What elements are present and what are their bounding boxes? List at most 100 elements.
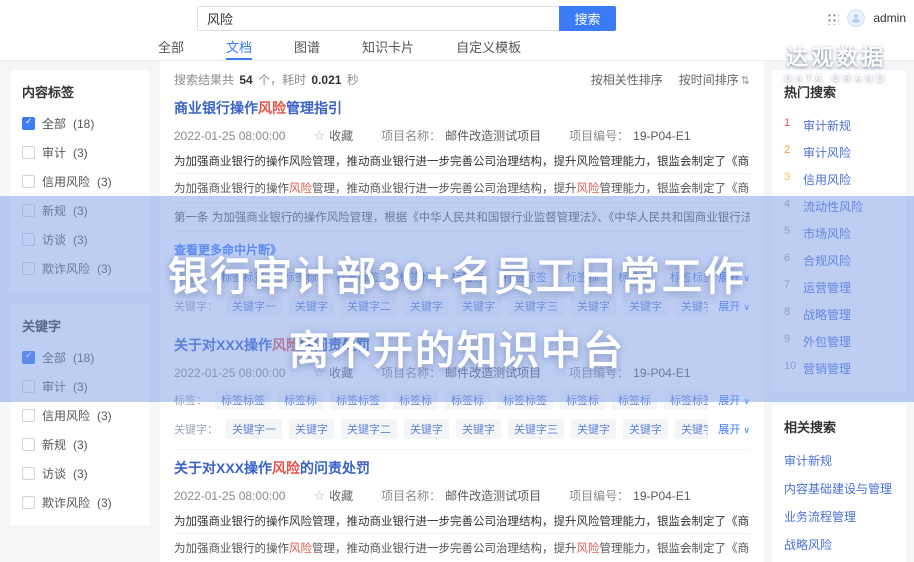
result-title-link[interactable]: 关于对XXX操作风险的问责处罚 [174, 335, 750, 355]
related-search-item[interactable]: 业务流程管理 [784, 508, 894, 525]
hot-search-item[interactable]: 1审计新规 [784, 117, 894, 134]
checkbox[interactable] [22, 117, 35, 130]
filter-item[interactable]: 访谈 (3) [22, 465, 138, 482]
hot-search-item[interactable]: 7运营管理 [784, 279, 894, 296]
expand-button[interactable]: 展开 ∨ [718, 298, 750, 314]
more-snippets-link[interactable]: 查看更多命中片断》 [174, 241, 750, 258]
tag-chip[interactable]: 标签标 [393, 267, 438, 287]
filter-item[interactable]: 访谈 (3) [22, 231, 138, 248]
tab-all[interactable]: 全部 [158, 36, 184, 60]
keyword-chip[interactable]: 关键字二 [341, 296, 397, 316]
tag-chip[interactable]: 标签标 [278, 267, 323, 287]
hot-search-item[interactable]: 9外包管理 [784, 333, 894, 350]
hot-search-item[interactable]: 4流动性风险 [784, 198, 894, 215]
search-button[interactable]: 搜索 [559, 6, 616, 31]
keyword-chip[interactable]: 关键字三 [508, 296, 564, 316]
filter-item[interactable]: 审计 (3) [22, 144, 138, 161]
result-title-link[interactable]: 关于对XXX操作风险的问责处罚 [174, 458, 750, 478]
related-search-item[interactable]: 内容基础建设与管理 [784, 480, 894, 497]
keyword-chip[interactable]: 关键字 [623, 296, 668, 316]
favorite-label: 收藏 [329, 487, 353, 504]
keyword-chip[interactable]: 关键字 [404, 296, 449, 316]
checkbox[interactable] [22, 146, 35, 159]
filter-item[interactable]: 新规 (3) [22, 436, 138, 453]
hot-search-item[interactable]: 3信用风险 [784, 171, 894, 188]
checkbox[interactable] [22, 204, 35, 217]
keyword-chip[interactable]: 关键字三 [675, 419, 708, 439]
tag-chip[interactable]: 标签标 [612, 267, 657, 287]
checkbox[interactable] [22, 496, 35, 509]
avatar[interactable] [847, 9, 865, 27]
checkbox[interactable] [22, 233, 35, 246]
tag-chip[interactable]: 标签标签 [664, 390, 708, 410]
tag-chip[interactable]: 标签标签 [215, 390, 271, 410]
keyword-chip[interactable]: 关键字三 [508, 419, 564, 439]
checkbox[interactable] [22, 175, 35, 188]
filter-item[interactable]: 全部 (18) [22, 349, 138, 366]
hot-search-item[interactable]: 6合规风险 [784, 252, 894, 269]
tag-chip[interactable]: 标签标签 [664, 267, 708, 287]
tag-chip[interactable]: 标签标签 [330, 267, 386, 287]
tab-custom-template[interactable]: 自定义模板 [456, 36, 521, 60]
filter-item[interactable]: 信用风险 (3) [22, 407, 138, 424]
tab-documents[interactable]: 文档 [226, 36, 252, 60]
tag-chip[interactable]: 标签标签 [497, 267, 553, 287]
sort-by-relevance[interactable]: 按相关性排序 [591, 71, 663, 88]
tag-chip[interactable]: 标签标 [393, 390, 438, 410]
tag-chip[interactable]: 标签标签 [330, 390, 386, 410]
search-input[interactable] [197, 6, 559, 31]
keyword-chip[interactable]: 关键字 [456, 419, 501, 439]
keyword-chip[interactable]: 关键字 [404, 419, 449, 439]
expand-button[interactable]: 展开 ∨ [718, 392, 750, 408]
favorite-button[interactable]: ☆ 收藏 [313, 127, 353, 144]
filter-item[interactable]: 信用风险 (3) [22, 173, 138, 190]
keyword-chip[interactable]: 关键字 [623, 419, 668, 439]
hot-search-item[interactable]: 2审计风险 [784, 144, 894, 161]
tab-knowledge-cards[interactable]: 知识卡片 [362, 36, 414, 60]
checkbox[interactable] [22, 351, 35, 364]
keyword-chip[interactable]: 关键字 [456, 296, 501, 316]
keyword-chip[interactable]: 关键字 [571, 296, 616, 316]
filter-item[interactable]: 审计 (3) [22, 378, 138, 395]
expand-button[interactable]: 展开 ∨ [718, 269, 750, 285]
tag-chip[interactable]: 标签标 [612, 390, 657, 410]
tag-chip[interactable]: 标签标 [560, 267, 605, 287]
favorite-button[interactable]: ☆ 收藏 [313, 364, 353, 381]
username[interactable]: admin [873, 11, 906, 25]
hot-search-item[interactable]: 8战略管理 [784, 306, 894, 323]
filter-item[interactable]: 欺诈风险 (3) [22, 494, 138, 511]
hot-search-item[interactable]: 10营销管理 [784, 360, 894, 377]
checkbox[interactable] [22, 380, 35, 393]
favorite-label: 收藏 [329, 127, 353, 144]
keyword-chip[interactable]: 关键字 [289, 296, 334, 316]
hot-search-item[interactable]: 5市场风险 [784, 225, 894, 242]
keyword-chip[interactable]: 关键字三 [675, 296, 708, 316]
tag-chip[interactable]: 标签标 [445, 267, 490, 287]
tag-chip[interactable]: 标签标 [445, 390, 490, 410]
sort-by-time[interactable]: 按时间排序⇅ [679, 71, 750, 88]
checkbox[interactable] [22, 467, 35, 480]
related-search-item[interactable]: 审计新规 [784, 452, 894, 469]
favorite-button[interactable]: ☆ 收藏 [313, 487, 353, 504]
expand-button[interactable]: 展开 ∨ [718, 421, 750, 437]
related-search-item[interactable]: 战略风险 [784, 536, 894, 553]
hot-search-title: 热门搜索 [784, 82, 894, 101]
keyword-chip[interactable]: 关键字二 [341, 419, 397, 439]
filter-item[interactable]: 新规 (3) [22, 202, 138, 219]
filter-item[interactable]: 欺诈风险 (3) [22, 260, 138, 277]
tag-chip[interactable]: 标签标签 [215, 267, 271, 287]
tag-chip[interactable]: 标签标签 [497, 390, 553, 410]
tag-chip[interactable]: 标签标 [278, 390, 323, 410]
keyword-chip[interactable]: 关键字 [289, 419, 334, 439]
checkbox[interactable] [22, 409, 35, 422]
tab-graph[interactable]: 图谱 [294, 36, 320, 60]
tag-chip[interactable]: 标签标 [560, 390, 605, 410]
keyword-chip[interactable]: 关键字一 [226, 296, 282, 316]
checkbox[interactable] [22, 438, 35, 451]
keyword-chip[interactable]: 关键字 [571, 419, 616, 439]
keyword-chip[interactable]: 关键字一 [226, 419, 282, 439]
filter-item[interactable]: 全部 (18) [22, 115, 138, 132]
result-title-link[interactable]: 商业银行操作风险管理指引 [174, 98, 750, 118]
apps-grid-icon[interactable] [826, 12, 839, 25]
checkbox[interactable] [22, 262, 35, 275]
